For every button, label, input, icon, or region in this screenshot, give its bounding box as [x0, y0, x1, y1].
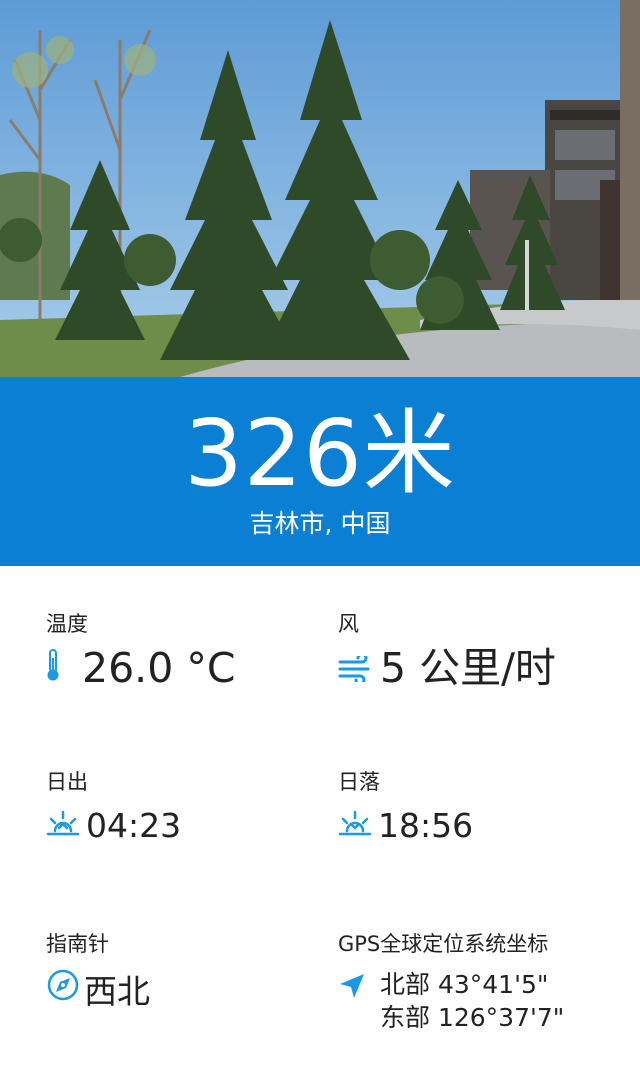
sunrise-section: 日出 04:23 — [46, 768, 181, 848]
sunset-label: 日落 — [338, 770, 380, 794]
sunset-icon — [338, 803, 372, 847]
temperature-section: 温度 26.0 °C — [46, 610, 235, 694]
sunrise-value: 04:23 — [86, 806, 182, 845]
gps-latitude: 北部 43°41'5" — [380, 970, 549, 999]
gps-label: GPS全球定位系统坐标 — [338, 932, 549, 956]
compass-row: 西北 — [46, 968, 150, 1014]
compass-section: 指南针 西北 — [46, 930, 150, 1014]
gps-section: GPS全球定位系统坐标 北部 43°41'5" 东部 126°37'7" — [338, 930, 628, 1038]
location-arrow-icon — [338, 972, 366, 1004]
gps-row: 北部 43°41'5" 东部 126°37'7" — [338, 968, 628, 1038]
sunrise-row: 04:23 — [46, 804, 181, 848]
altitude-banner: 326米 吉林市, 中国 — [0, 377, 640, 566]
wind-section: 风 5 公里/时 — [338, 610, 556, 694]
gps-coordinates: 北部 43°41'5" 东部 126°37'7" — [380, 968, 564, 1034]
location-label: 吉林市, 中国 — [249, 509, 391, 538]
temperature-value: 26.0 °C — [82, 644, 236, 692]
compass-label: 指南针 — [46, 932, 109, 956]
sunset-row: 18:56 — [338, 804, 473, 848]
compass-icon — [46, 968, 80, 1013]
temperature-label: 温度 — [46, 612, 88, 636]
sunrise-label: 日出 — [46, 770, 88, 794]
wind-label: 风 — [338, 612, 359, 636]
sunrise-icon — [46, 803, 80, 847]
altitude-value: 326米 — [184, 400, 456, 507]
temperature-row: 26.0 °C — [46, 642, 235, 694]
wind-icon — [338, 642, 374, 694]
sunset-value: 18:56 — [378, 806, 474, 845]
sunset-section: 日落 18:56 — [338, 768, 473, 848]
wind-row: 5 公里/时 — [338, 642, 556, 694]
compass-value: 西北 — [84, 972, 150, 1011]
thermometer-icon — [46, 642, 60, 694]
header-photo — [0, 0, 640, 377]
wind-value: 5 公里/时 — [380, 644, 556, 692]
gps-longitude: 东部 126°37'7" — [380, 1003, 565, 1032]
